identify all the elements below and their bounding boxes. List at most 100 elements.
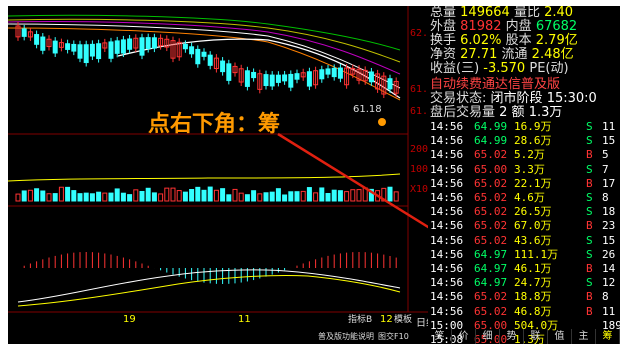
volume-bar — [27, 189, 33, 202]
candle-body — [127, 38, 133, 50]
volume-bar — [238, 192, 244, 202]
trading-window: 62.30 61.80 61.30 61.18 20000 10000 X10 … — [8, 6, 620, 344]
volume-axis-label: X10 — [410, 184, 429, 195]
candle-body — [269, 74, 275, 87]
f10-link[interactable]: 图交F10 — [378, 329, 409, 344]
tick-bs: S — [586, 120, 593, 133]
tick-price: 64.97 — [474, 247, 508, 261]
annotation-text: 点右下角：筹 — [148, 112, 281, 137]
tick-row: 14:56 64.99 28.6万 S 15 — [428, 134, 620, 149]
panel-tab[interactable]: 笑 — [428, 329, 452, 344]
volume-bar — [145, 187, 151, 202]
tick-price: 65.02 — [474, 191, 508, 204]
tick-row: 14:56 64.97 46.1万 B 14 — [428, 262, 620, 277]
volume-bar — [164, 187, 170, 202]
volume-bar — [350, 189, 356, 202]
tick-vol: 28.6万 — [514, 134, 552, 148]
tick-row: 14:56 65.02 4.6万 S 8 — [428, 191, 620, 206]
volume-bar — [21, 190, 27, 202]
panel-tab[interactable]: 细 — [476, 329, 500, 344]
tick-price: 65.02 — [474, 205, 508, 219]
date-label: 12 — [380, 314, 393, 325]
candle-body — [21, 28, 27, 37]
volume-bar — [337, 190, 343, 202]
macd-dea-line — [17, 274, 401, 307]
tick-bs: B — [586, 290, 593, 304]
volume-bar — [71, 190, 77, 202]
candle-body — [275, 74, 281, 83]
tick-time: 14:56 — [430, 191, 464, 204]
tick-price: 65.02 — [474, 176, 508, 190]
indicator-button[interactable]: 指标B — [348, 313, 372, 328]
volume-bar — [282, 194, 288, 202]
tick-time: 14:56 — [430, 162, 464, 176]
candle-body — [201, 51, 207, 57]
tick-n: 15 — [602, 233, 616, 247]
candle-body — [226, 63, 232, 81]
candle-body — [220, 60, 226, 73]
panel-tab[interactable]: 联 — [524, 329, 548, 344]
tick-price: 64.97 — [474, 262, 508, 275]
date-label: 11 — [238, 314, 251, 325]
tick-vol: 46.1万 — [514, 262, 552, 275]
tick-n: 11 — [602, 120, 616, 133]
candle-body — [151, 37, 157, 49]
after-hours-volume: 盘后交易量 2 额 1.3万 — [430, 105, 563, 120]
kline-chart[interactable] — [8, 6, 428, 344]
template-button[interactable]: 模板 — [394, 313, 412, 328]
notice-banner[interactable]: 自动续费通达信普及版 — [430, 78, 560, 92]
candle-body — [40, 36, 46, 51]
tick-time: 14:56 — [430, 276, 464, 290]
volume-bar — [313, 192, 319, 202]
candle-body — [263, 74, 269, 87]
candle-body — [145, 37, 151, 50]
candle-body — [319, 69, 325, 80]
tick-vol: 46.8万 — [514, 304, 552, 318]
volume-bar — [275, 188, 281, 202]
candle-body — [294, 73, 300, 80]
volume-bar — [319, 187, 325, 202]
panel-tab[interactable]: 筹 — [596, 329, 620, 344]
macd-dif-line — [17, 269, 401, 303]
tick-price: 65.02 — [474, 219, 508, 233]
panel-tab[interactable]: 价 — [452, 329, 476, 344]
tick-n: 12 — [602, 276, 616, 290]
volume-bar — [356, 189, 362, 202]
header-row: 换手 6.02% 股本 2.79亿 — [430, 33, 578, 48]
volume-ma-line — [8, 173, 401, 182]
tick-vol: 4.6万 — [514, 191, 545, 204]
volume-bar — [244, 194, 250, 202]
tick-time: 14:56 — [430, 233, 464, 247]
volume-bar — [102, 192, 108, 202]
volume-bar — [294, 191, 300, 202]
macd-histogram — [23, 252, 397, 284]
trade-status: 交易状态: 闭市阶段 15:30:0 — [430, 91, 597, 106]
tick-time: 14:56 — [430, 148, 464, 162]
candle-body — [282, 74, 288, 82]
tick-bs: S — [586, 205, 593, 219]
tick-vol: 22.1万 — [514, 176, 552, 190]
volume-bar — [201, 189, 207, 202]
volume-bar — [325, 193, 331, 202]
bottom-menu: 普及版功能说明 图交F10 — [318, 329, 428, 344]
panel-tab[interactable]: 势 — [500, 329, 524, 344]
candle-body — [83, 44, 89, 64]
help-link[interactable]: 普及版功能说明 — [318, 329, 374, 344]
candle-body — [244, 70, 250, 87]
tick-n: 8 — [602, 191, 609, 204]
tick-vol: 18.8万 — [514, 290, 552, 304]
candle-body — [331, 67, 337, 78]
panel-tab[interactable]: 主 — [572, 329, 596, 344]
tick-bs: S — [586, 191, 593, 204]
volume-bar — [176, 190, 182, 202]
tick-n: 18 — [602, 205, 616, 219]
panel-tab[interactable]: 值 — [548, 329, 572, 344]
header-row: 收益(三) -3.570 PE(动) — [430, 61, 569, 76]
candle-body — [52, 40, 58, 54]
tick-price: 65.02 — [474, 290, 508, 304]
volume-bar — [344, 191, 350, 202]
tick-time: 14:56 — [430, 290, 464, 304]
header-row: 净资 27.71 流通 2.48亿 — [430, 47, 574, 62]
panel-tabs: 笑价细势联值主筹 — [428, 329, 620, 344]
volume-bar — [151, 192, 157, 202]
